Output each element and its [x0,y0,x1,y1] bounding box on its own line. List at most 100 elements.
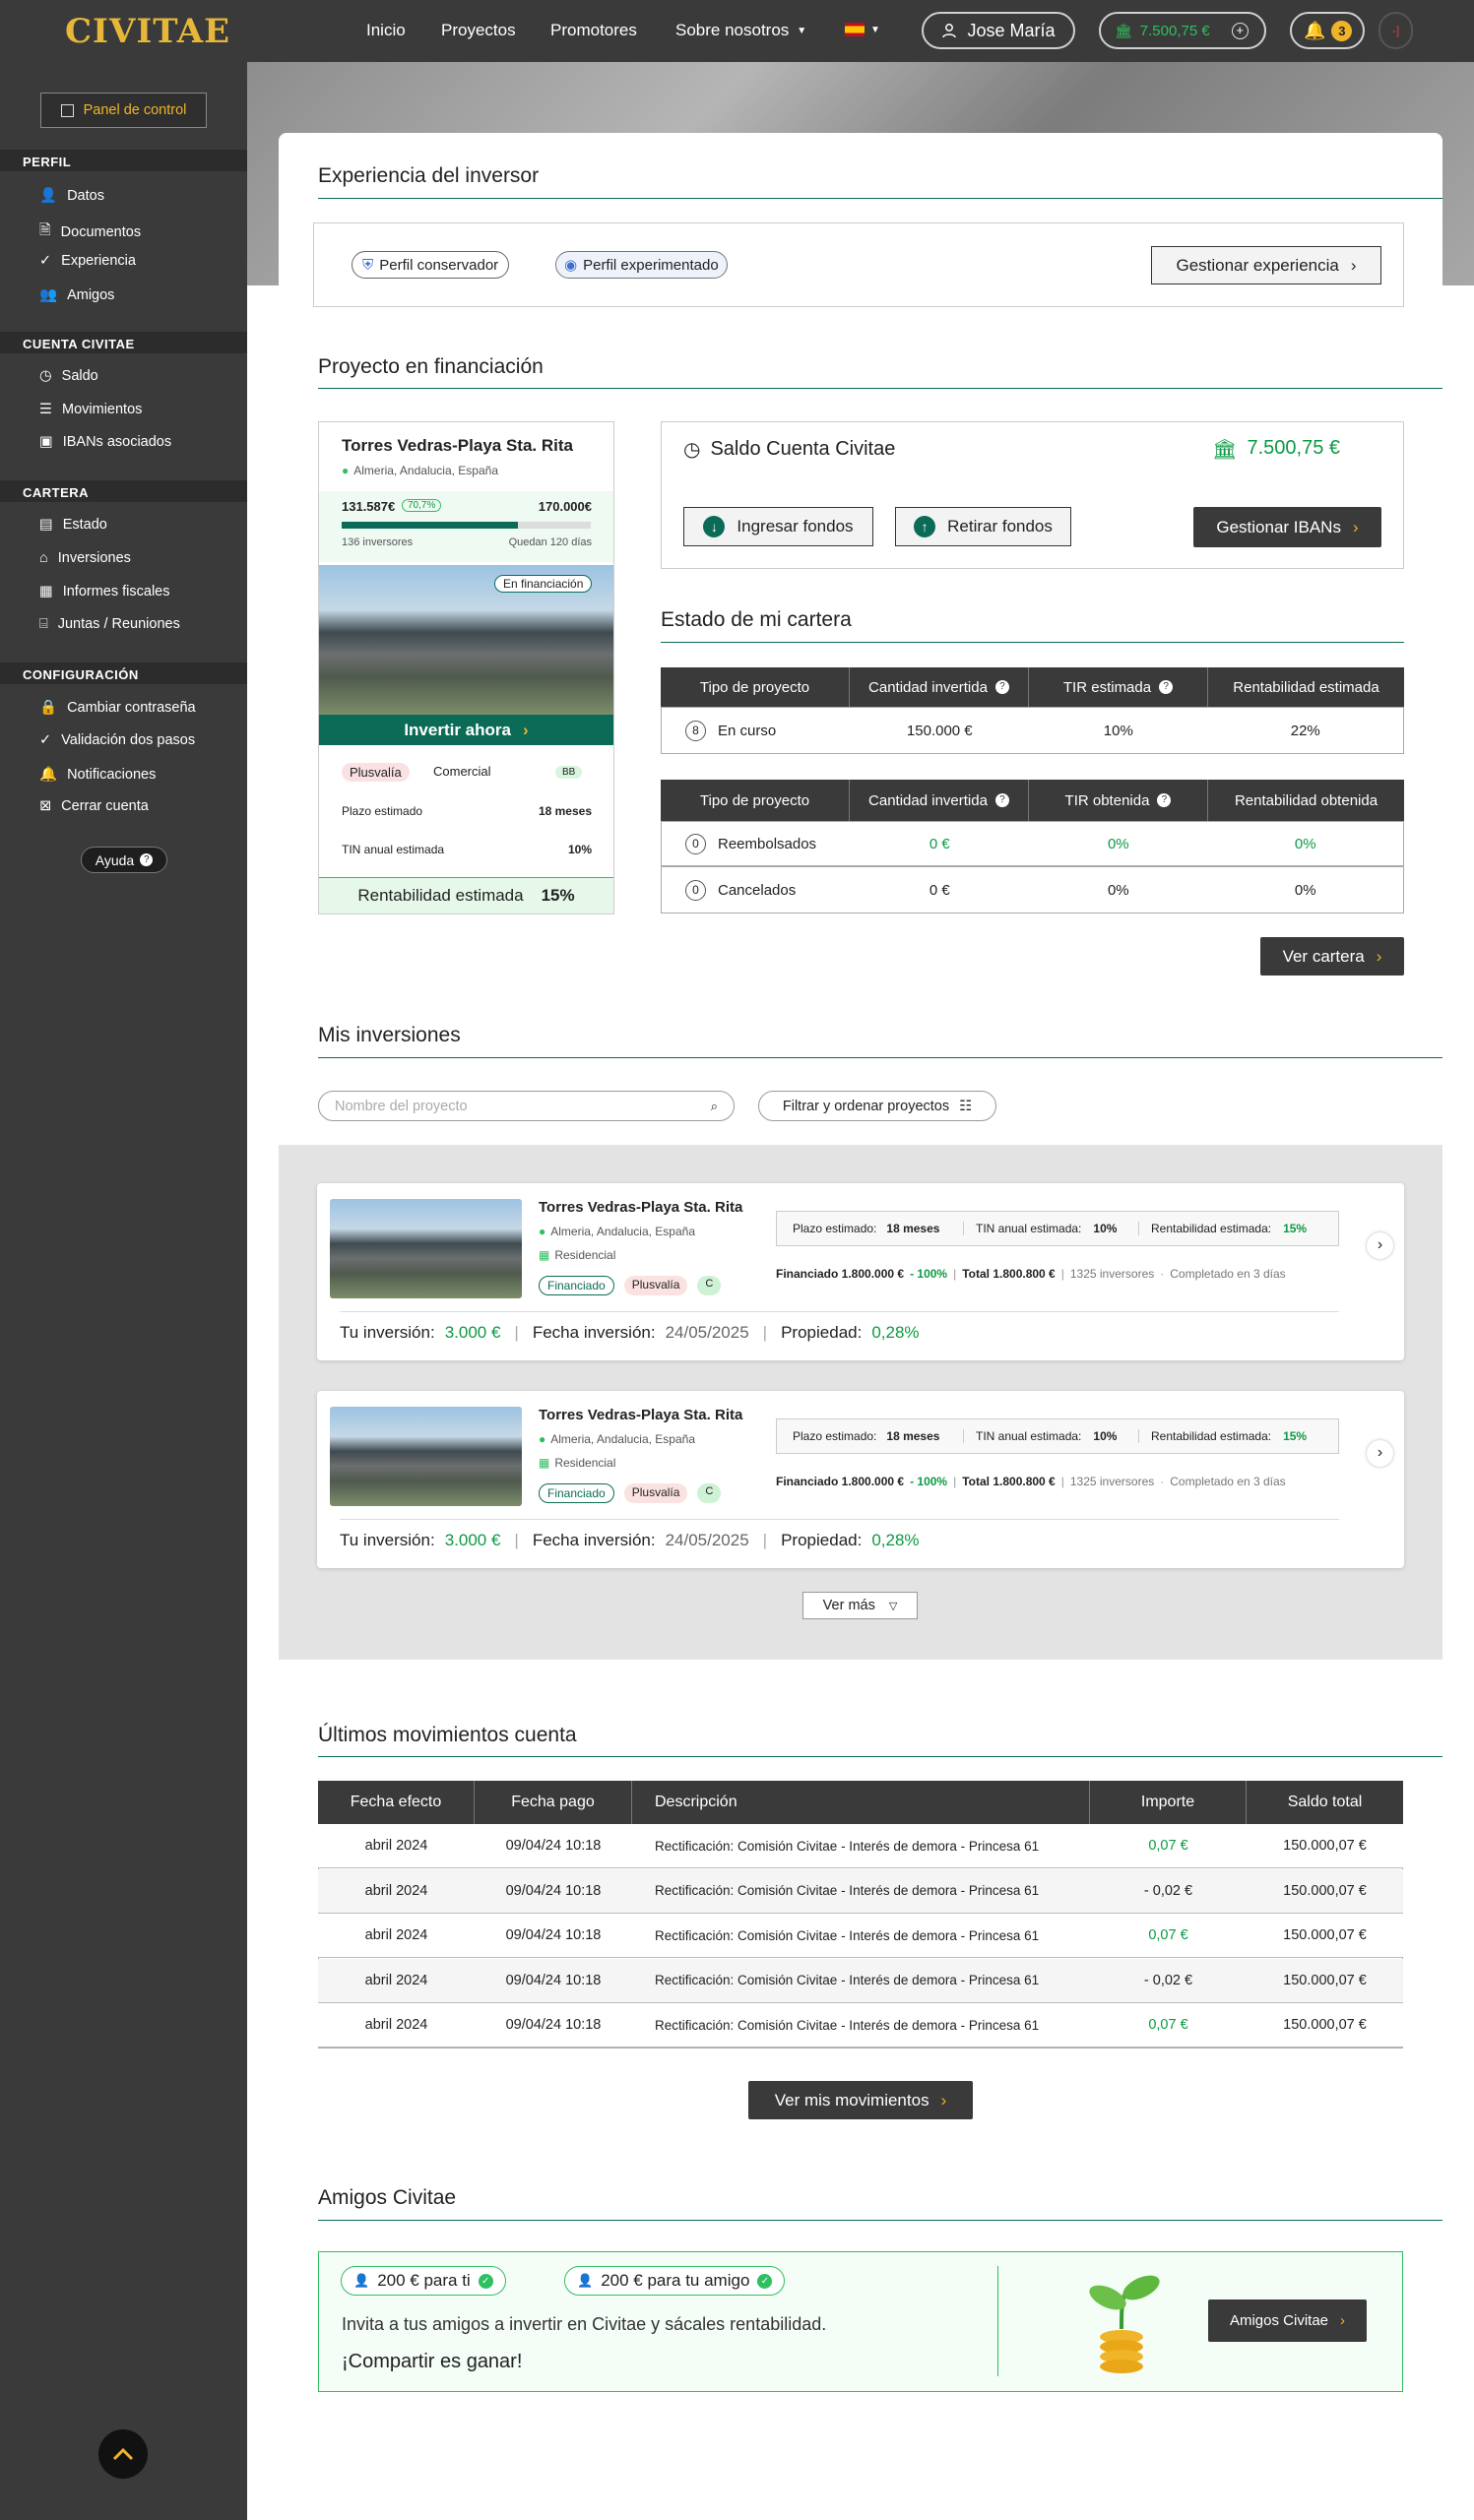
reward-label: 200 € para tu amigo [601,2271,750,2290]
check-circle-icon: ✓ [478,2273,493,2289]
prop-value: 0,28% [871,1531,920,1549]
nav-proyectos[interactable]: Proyectos [441,21,516,40]
panel-control-button[interactable]: Panel de control [40,93,207,128]
view-portfolio-button[interactable]: Ver cartera › [1260,937,1404,976]
sidebar-item-estado[interactable]: ▤ Estado [39,517,107,533]
scroll-top-button[interactable] [98,2429,148,2479]
total: Total 1.800.800 € [962,1475,1056,1488]
project-location: ● Almeria, Andalucia, España [342,464,498,477]
question-icon[interactable]: ? [1157,793,1172,807]
col-header-cantidad: Cantidad invertida? [850,667,1029,707]
inv-value: 3.000 € [444,1531,501,1549]
help-label: Ayuda [95,851,135,868]
button-label: Gestionar IBANs [1216,517,1341,536]
balance-icon: ◷ [39,368,52,384]
portfolio-row-cancelados: 0 Cancelados 0 € 0% 0% [661,866,1404,914]
view-movements-button[interactable]: Ver mis movimientos › [748,2081,973,2119]
sidebar-item-ibans[interactable]: ▣ IBANs asociados [39,434,171,450]
question-icon: ? [140,853,154,866]
bank-icon: 🏛 [1212,439,1238,461]
question-icon[interactable]: ? [1159,680,1174,694]
section-configuracion: CONFIGURACIÓN [0,662,247,684]
nav-promotores[interactable]: Promotores [550,21,637,40]
reward-self-badge: 👤 200 € para ti ✓ [341,2266,506,2296]
add-circle-icon[interactable]: + [1231,22,1249,39]
sidebar-item-juntas[interactable]: ⌸ Juntas / Reuniones [39,616,180,632]
balance-button[interactable]: 🏛 7.500,75 € + [1099,12,1266,49]
sidebar-item-informes[interactable]: ▦ Informes fiscales [39,584,170,599]
manage-experience-button[interactable]: Gestionar experiencia › [1151,246,1381,284]
sidebar-item-label: Juntas / Reuniones [57,616,180,632]
civitae-logo[interactable]: CIVITAE [65,12,230,51]
bank-card-icon: ▣ [39,434,53,450]
cell-desc: Rectificación: Comisión Civitae - Interé… [655,1973,1040,1988]
sidebar-item-saldo[interactable]: ◷ Saldo [39,368,98,384]
rent-cell: 0% [1294,835,1316,852]
col-header: Rentabilidad obtenida [1234,791,1378,809]
filter-button[interactable]: Filtrar y ordenar proyectos ☷ [758,1091,996,1121]
investment-stats: Plazo estimado: 18 meses TIN anual estima… [776,1211,1339,1246]
help-button[interactable]: Ayuda? [81,847,167,873]
funding-progress: 131.587€ 70,7% 170.000€ 136 inversores Q… [319,491,613,562]
plazo-label: Plazo estimado [342,804,423,818]
project-card[interactable]: Torres Vedras-Playa Sta. Rita ● Almeria, … [318,421,614,914]
sidebar-item-datos[interactable]: 👤 Datos [39,187,104,205]
investment-stats: Plazo estimado: 18 meses TIN anual estima… [776,1418,1339,1454]
tag-plusvalia: Plusvalía [342,763,410,782]
col-header: Descripción [632,1781,1090,1824]
tin-value: 10% [567,843,592,856]
amigos-civitae-button[interactable]: Amigos Civitae › [1208,2300,1367,2342]
manage-ibans-button[interactable]: Gestionar IBANs › [1193,507,1381,547]
project-search-input[interactable]: Nombre del proyecto ⌕ [318,1091,735,1121]
portfolio-table-1-header: Tipo de proyecto Cantidad invertida? TIR… [661,667,1404,707]
amount-cell: 0 € [929,835,950,852]
col-header: Fecha efecto [318,1781,475,1824]
sidebar-item-amigos[interactable]: 👥 Amigos [39,286,115,304]
stat-value: 18 meses [886,1429,940,1443]
nav-inicio[interactable]: Inicio [366,21,406,40]
user-menu-button[interactable]: Jose María [922,12,1075,49]
section-perfil: PERFIL [0,150,247,171]
nav-sobre-nosotros[interactable]: Sobre nosotros ▼ [675,21,806,40]
sidebar-item-experiencia[interactable]: ✓ Experiencia [39,253,136,269]
question-icon[interactable]: ? [994,680,1009,694]
cell-paid: 09/04/24 10:18 [505,1927,602,1944]
rating-badge: C [697,1276,722,1295]
count-circle: 0 [685,833,706,854]
sidebar-item-notificaciones[interactable]: 🔔 Notificaciones [39,766,156,784]
divider [318,198,1442,199]
search-icon[interactable]: ⌕ [711,1099,718,1114]
sidebar-item-documentos[interactable]: 🗎 Documentos [39,220,141,244]
top-bar: CIVITAE Inicio Proyectos Promotores Sobr… [0,0,1474,62]
withdraw-button[interactable]: ↑ Retirar fondos [895,507,1071,546]
investment-card[interactable]: Torres Vedras-Playa Sta. Rita ● Almeria, … [317,1183,1404,1360]
chevron-right-icon[interactable]: › [1367,1440,1393,1467]
sidebar-item-movimientos[interactable]: ☰ Movimientos [39,402,142,417]
investment-card[interactable]: Torres Vedras-Playa Sta. Rita ● Almeria, … [317,1391,1404,1568]
sidebar-item-2fa[interactable]: ✓ Validación dos pasos [39,732,195,748]
notifications-button[interactable]: 🔔 3 [1290,12,1365,49]
profile-label: Perfil conservador [379,256,499,274]
button-label: Gestionar experiencia [1176,255,1339,275]
deposit-button[interactable]: ↓ Ingresar fondos [683,507,873,546]
logout-button[interactable]: -] [1378,12,1413,49]
rent-cell: 0% [1294,881,1316,899]
chevron-right-icon[interactable]: › [1367,1232,1393,1259]
col-header: Rentabilidad estimada [1233,678,1379,696]
sidebar-item-inversiones[interactable]: ⌂ Inversiones [39,550,131,566]
section-title-experiencia: Experiencia del inversor [318,164,540,187]
language-selector[interactable]: ▼ [845,23,880,36]
stat-value: 18 meses [886,1222,940,1235]
divider [997,2266,998,2376]
progress-bar [342,522,591,529]
invest-now-button[interactable]: Invertir ahora › [319,715,613,745]
clock-coin-icon: ◷ [683,439,701,461]
view-more-button[interactable]: Ver más ▽ [802,1592,918,1619]
notification-count: 3 [1331,20,1353,41]
sidebar-item-password[interactable]: 🔒 Cambiar contraseña [39,699,196,717]
question-icon[interactable]: ? [994,793,1009,807]
friends-slogan: ¡Compartir es ganar! [342,2351,523,2372]
sidebar-item-cerrar-cuenta[interactable]: ⊠ Cerrar cuenta [39,798,149,814]
sidebar-item-label: Amigos [67,286,115,303]
sidebar-item-label: Informes fiscales [62,584,170,599]
